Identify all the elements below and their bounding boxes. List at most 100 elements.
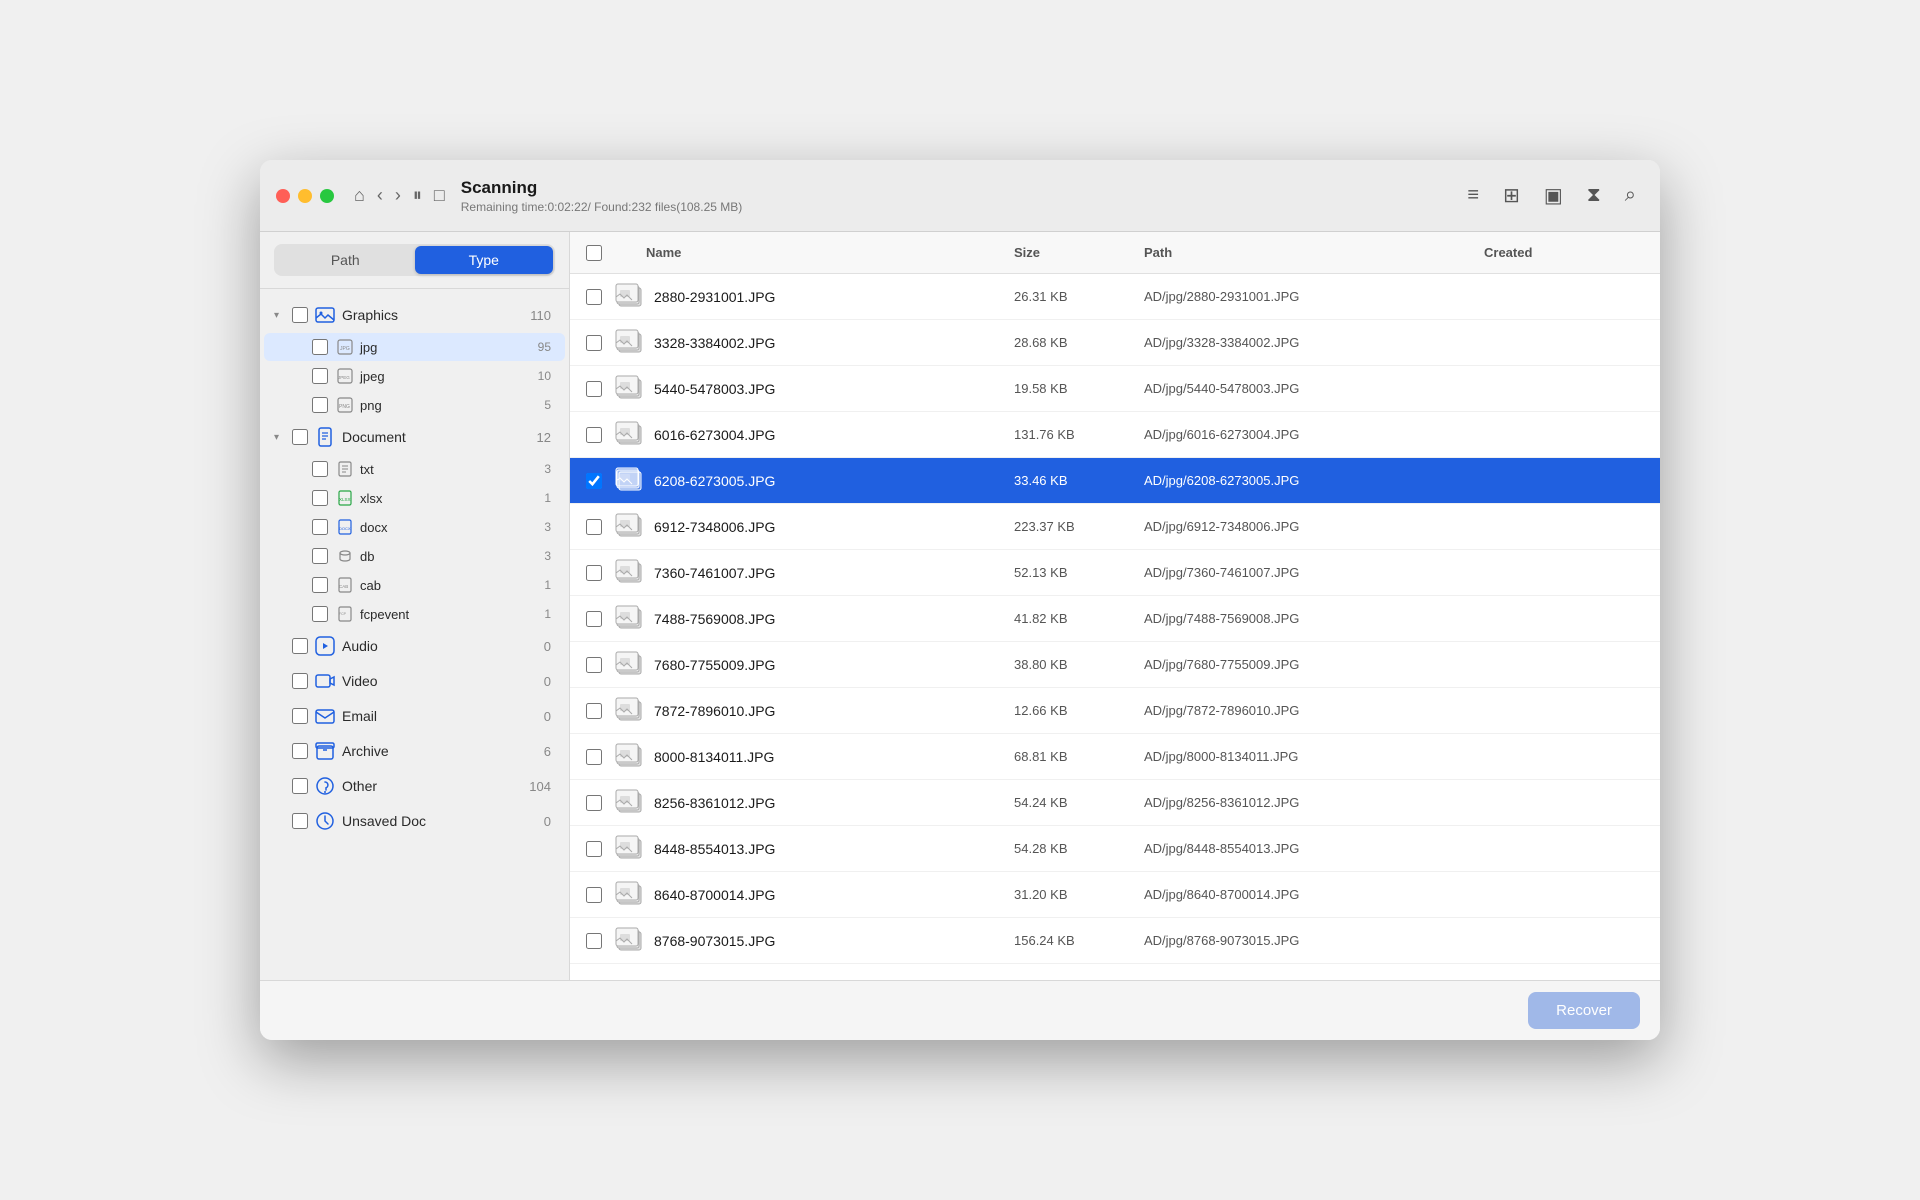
row-checkbox[interactable] [586, 611, 602, 627]
xlsx-icon: XLSX [336, 489, 354, 507]
filter-button[interactable]: ⧗ [1579, 178, 1609, 213]
email-checkbox[interactable] [292, 708, 308, 724]
main-content: Path Type ▾Graphics110JPGjpg95JPEGjpeg10… [260, 232, 1660, 980]
table-row[interactable]: 7872-7896010.JPG12.66 KBAD/jpg/7872-7896… [570, 688, 1660, 734]
table-row[interactable]: 8256-8361012.JPG54.24 KBAD/jpg/8256-8361… [570, 780, 1660, 826]
table-row[interactable]: 5440-5478003.JPG19.58 KBAD/jpg/5440-5478… [570, 366, 1660, 412]
segment-control: Path Type [274, 244, 555, 276]
row-checkbox[interactable] [586, 565, 602, 581]
xlsx-checkbox[interactable] [312, 490, 328, 506]
row-checkbox[interactable] [586, 289, 602, 305]
video-icon [314, 670, 336, 692]
file-name: 7680-7755009.JPG [654, 657, 1014, 673]
select-all-checkbox[interactable] [586, 245, 602, 261]
db-checkbox[interactable] [312, 548, 328, 564]
sidebar-item-jpg[interactable]: JPGjpg95 [264, 333, 565, 361]
db-count: 3 [544, 549, 551, 563]
file-path: AD/jpg/8256-8361012.JPG [1144, 795, 1484, 810]
docx-checkbox[interactable] [312, 519, 328, 535]
file-name: 8768-9073015.JPG [654, 933, 1014, 949]
sidebar-item-video[interactable]: Video0 [264, 664, 565, 698]
jpg-checkbox[interactable] [312, 339, 328, 355]
sidebar-item-other[interactable]: Other104 [264, 769, 565, 803]
minimize-button[interactable] [298, 189, 312, 203]
file-name: 5440-5478003.JPG [654, 381, 1014, 397]
file-name: 8640-8700014.JPG [654, 887, 1014, 903]
other-checkbox[interactable] [292, 778, 308, 794]
row-checkbox[interactable] [586, 749, 602, 765]
sidebar-item-docx[interactable]: DOCXdocx3 [264, 513, 565, 541]
table-row[interactable]: 7360-7461007.JPG52.13 KBAD/jpg/7360-7461… [570, 550, 1660, 596]
sidebar-item-graphics[interactable]: ▾Graphics110 [264, 298, 565, 332]
table-row[interactable]: 8640-8700014.JPG31.20 KBAD/jpg/8640-8700… [570, 872, 1660, 918]
graphics-checkbox[interactable] [292, 307, 308, 323]
sidebar-item-fcpevent[interactable]: FCPfcpevent1 [264, 600, 565, 628]
sidebar-item-document[interactable]: ▾Document12 [264, 420, 565, 454]
close-button[interactable] [276, 189, 290, 203]
sidebar-item-cab[interactable]: CABcab1 [264, 571, 565, 599]
sidebar-item-unsaved[interactable]: Unsaved Doc0 [264, 804, 565, 838]
table-row[interactable]: 8768-9073015.JPG156.24 KBAD/jpg/8768-907… [570, 918, 1660, 964]
txt-checkbox[interactable] [312, 461, 328, 477]
search-button[interactable]: ⌕ [1617, 178, 1644, 213]
preview-view-button[interactable]: ▣ [1536, 177, 1571, 214]
table-row[interactable]: 7488-7569008.JPG41.82 KBAD/jpg/7488-7569… [570, 596, 1660, 642]
jpeg-checkbox[interactable] [312, 368, 328, 384]
forward-button[interactable]: › [389, 181, 407, 210]
archive-checkbox[interactable] [292, 743, 308, 759]
sidebar-item-audio[interactable]: Audio0 [264, 629, 565, 663]
table-row[interactable]: 6208-6273005.JPG33.46 KBAD/jpg/6208-6273… [570, 458, 1660, 504]
path-tab[interactable]: Path [276, 246, 415, 274]
table-row[interactable]: 6016-6273004.JPG131.76 KBAD/jpg/6016-627… [570, 412, 1660, 458]
png-checkbox[interactable] [312, 397, 328, 413]
stop-button[interactable]: □ [428, 181, 451, 210]
row-checkbox[interactable] [586, 933, 602, 949]
audio-checkbox[interactable] [292, 638, 308, 654]
table-row[interactable]: 3328-3384002.JPG28.68 KBAD/jpg/3328-3384… [570, 320, 1660, 366]
grid-view-button[interactable]: ⊞ [1495, 177, 1528, 214]
row-checkbox[interactable] [586, 841, 602, 857]
maximize-button[interactable] [320, 189, 334, 203]
cab-icon: CAB [336, 576, 354, 594]
row-checkbox[interactable] [586, 657, 602, 673]
video-checkbox[interactable] [292, 673, 308, 689]
table-row[interactable]: 2880-2931001.JPG26.31 KBAD/jpg/2880-2931… [570, 274, 1660, 320]
file-path: AD/jpg/3328-3384002.JPG [1144, 335, 1484, 350]
row-checkbox[interactable] [586, 887, 602, 903]
row-checkbox[interactable] [586, 427, 602, 443]
row-checkbox[interactable] [586, 519, 602, 535]
fcpevent-checkbox[interactable] [312, 606, 328, 622]
row-checkbox[interactable] [586, 473, 602, 489]
list-view-button[interactable]: ≡ [1459, 178, 1487, 213]
home-button[interactable]: ⌂ [348, 181, 371, 210]
row-checkbox[interactable] [586, 381, 602, 397]
column-created-header: Created [1484, 245, 1644, 260]
document-count: 12 [537, 430, 551, 445]
table-row[interactable]: 6912-7348006.JPG223.37 KBAD/jpg/6912-734… [570, 504, 1660, 550]
unsaved-count: 0 [544, 814, 551, 829]
sidebar-item-archive[interactable]: Archive6 [264, 734, 565, 768]
sidebar-item-email[interactable]: Email0 [264, 699, 565, 733]
unsaved-checkbox[interactable] [292, 813, 308, 829]
row-checkbox[interactable] [586, 335, 602, 351]
sidebar-item-db[interactable]: db3 [264, 542, 565, 570]
audio-count: 0 [544, 639, 551, 654]
table-row[interactable]: 8000-8134011.JPG68.81 KBAD/jpg/8000-8134… [570, 734, 1660, 780]
document-icon [314, 426, 336, 448]
pause-button[interactable]: ⏸ [407, 181, 428, 210]
sidebar-item-png[interactable]: PNGpng5 [264, 391, 565, 419]
table-row[interactable]: 7680-7755009.JPG38.80 KBAD/jpg/7680-7755… [570, 642, 1660, 688]
back-button[interactable]: ‹ [371, 181, 389, 210]
recover-button[interactable]: Recover [1528, 992, 1640, 1029]
jpeg-icon: JPEG [336, 367, 354, 385]
table-row[interactable]: 8448-8554013.JPG54.28 KBAD/jpg/8448-8554… [570, 826, 1660, 872]
row-checkbox[interactable] [586, 795, 602, 811]
sidebar-item-xlsx[interactable]: XLSXxlsx1 [264, 484, 565, 512]
row-checkbox[interactable] [586, 703, 602, 719]
type-tab[interactable]: Type [415, 246, 554, 274]
cab-count: 1 [544, 578, 551, 592]
sidebar-item-jpeg[interactable]: JPEGjpeg10 [264, 362, 565, 390]
sidebar-item-txt[interactable]: txt3 [264, 455, 565, 483]
cab-checkbox[interactable] [312, 577, 328, 593]
document-checkbox[interactable] [292, 429, 308, 445]
